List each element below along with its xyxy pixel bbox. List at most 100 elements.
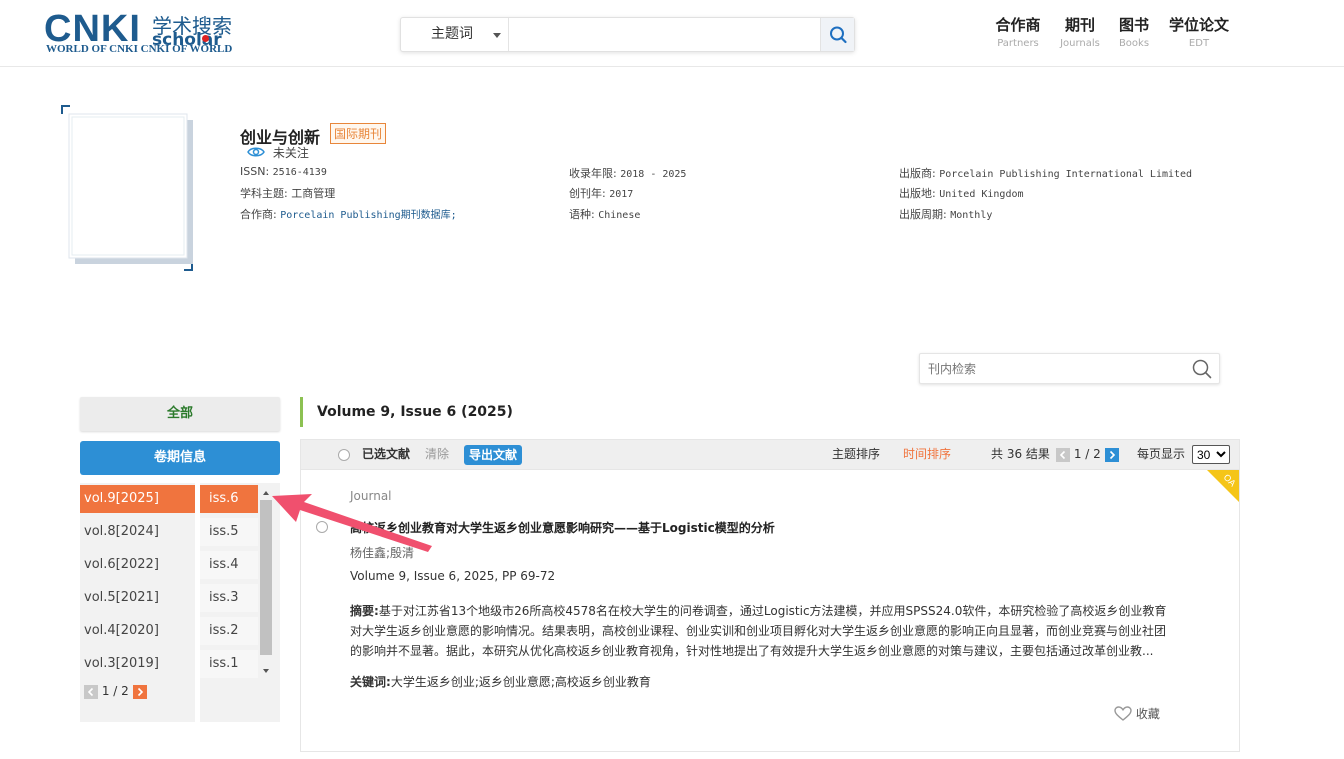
info-language: 语种: Chinese bbox=[569, 206, 640, 222]
next-page-button[interactable] bbox=[1104, 447, 1119, 462]
nav-edt-en: EDT bbox=[1188, 38, 1210, 49]
keywords-text: 大学生返乡创业;返乡创业意愿;高校返乡创业教育 bbox=[390, 675, 651, 689]
export-button[interactable]: 导出文献 bbox=[464, 445, 523, 465]
per-page-label: 每页显示 bbox=[1137, 447, 1186, 461]
select-all-radio[interactable] bbox=[338, 449, 350, 461]
next-page-button[interactable] bbox=[132, 684, 147, 699]
nav-journals-en: Journals bbox=[1060, 38, 1100, 49]
issue-item[interactable]: iss.4 bbox=[200, 551, 258, 579]
in-journal-search bbox=[919, 353, 1220, 384]
issue-item[interactable]: iss.1 bbox=[200, 650, 258, 678]
volume-item[interactable]: vol.9[2025] bbox=[80, 485, 195, 513]
open-access-ribbon: OA bbox=[1207, 470, 1239, 502]
cover-placeholder-icon bbox=[40, 105, 230, 271]
favorite-label: 收藏 bbox=[1135, 707, 1160, 721]
international-journal-badge: 国际期刊 bbox=[330, 123, 387, 144]
nav-books[interactable]: 图书 Books bbox=[1117, 14, 1151, 49]
caret-down-icon bbox=[493, 33, 501, 38]
search-input[interactable] bbox=[511, 20, 816, 49]
search-field-select[interactable]: 主题词 bbox=[401, 18, 509, 51]
eye-icon bbox=[247, 147, 265, 157]
abstract-text: 基于对江苏省13个地级市26所高校4578名在校大学生的问卷调查，通过Logis… bbox=[350, 604, 1167, 658]
volume-item[interactable]: vol.5[2021] bbox=[80, 584, 195, 612]
place-value: United Kingdom bbox=[939, 189, 1024, 200]
chevron-left-icon bbox=[1059, 450, 1066, 459]
issue-info-button[interactable]: 卷期信息 bbox=[80, 441, 280, 475]
all-issues-button[interactable]: 全部 bbox=[80, 397, 280, 431]
partner-link[interactable]: Porcelain Publishing期刊数据库; bbox=[280, 210, 456, 221]
info-place: 出版地: United Kingdom bbox=[899, 185, 1024, 201]
results-page-text: 1 / 2 bbox=[1073, 447, 1101, 461]
nav-partners[interactable]: 合作商 Partners bbox=[994, 14, 1042, 49]
search-button[interactable] bbox=[820, 18, 854, 51]
info-frequency: 出版周期: Monthly bbox=[899, 206, 992, 222]
nav-edt-cn: 学位论文 bbox=[1168, 16, 1229, 34]
logo-dot bbox=[202, 35, 209, 42]
volume-pager: 1 / 2 bbox=[84, 684, 147, 699]
nav-edt[interactable]: 学位论文 EDT bbox=[1168, 14, 1230, 49]
follow-label: 未关注 bbox=[272, 146, 309, 160]
search-icon bbox=[830, 26, 847, 44]
frequency-value: Monthly bbox=[950, 210, 993, 221]
chevron-left-icon bbox=[87, 687, 94, 696]
search-icon[interactable] bbox=[1191, 358, 1213, 380]
search-field-label: 主题词 bbox=[431, 26, 473, 42]
volume-issue-panel: vol.9[2025] vol.8[2024] vol.6[2022] vol.… bbox=[80, 483, 280, 722]
years-value: 2018 - 2025 bbox=[620, 169, 687, 180]
nav-partners-en: Partners bbox=[997, 38, 1039, 49]
language-label: 语种: bbox=[569, 208, 595, 221]
info-publisher: 出版商: Porcelain Publishing International … bbox=[899, 165, 1192, 181]
article-citation: Volume 9, Issue 6, 2025, PP 69-72 bbox=[350, 569, 556, 583]
info-years: 收录年限: 2018 - 2025 bbox=[569, 165, 686, 181]
clear-button[interactable]: 清除 bbox=[425, 440, 449, 469]
issue-item[interactable]: iss.2 bbox=[200, 617, 258, 645]
results-pager: 1 / 2 bbox=[1056, 447, 1119, 462]
volume-item[interactable]: vol.3[2019] bbox=[80, 650, 195, 678]
founded-value: 2017 bbox=[609, 189, 634, 200]
subject-value: 工商管理 bbox=[291, 187, 336, 200]
cnki-scholar-logo[interactable]: CNKI 学术搜索 scholar WORLD OF CNKI CNKI OF … bbox=[44, 8, 244, 58]
frequency-label: 出版周期: bbox=[899, 208, 947, 221]
global-search-box: 主题词 bbox=[400, 17, 855, 52]
nav-books-cn: 图书 bbox=[1118, 16, 1149, 34]
prev-page-button[interactable] bbox=[1056, 447, 1070, 462]
selected-docs-label[interactable]: 已选文献 bbox=[362, 440, 410, 469]
issue-item[interactable]: iss.3 bbox=[200, 584, 258, 612]
per-page-select[interactable]: 30 bbox=[1192, 445, 1230, 464]
volume-item[interactable]: vol.4[2020] bbox=[80, 617, 195, 645]
years-label: 收录年限: bbox=[569, 167, 617, 180]
volume-item[interactable]: vol.8[2024] bbox=[80, 518, 195, 546]
volume-item[interactable]: vol.6[2022] bbox=[80, 551, 195, 579]
article-abstract: 摘要:基于对江苏省13个地级市26所高校4578名在校大学生的问卷调查，通过Lo… bbox=[350, 601, 1170, 661]
place-label: 出版地: bbox=[899, 187, 936, 200]
scroll-down-icon[interactable] bbox=[260, 666, 272, 676]
heart-icon bbox=[1114, 706, 1132, 721]
chevron-right-icon bbox=[137, 687, 143, 696]
info-partner: 合作商: Porcelain Publishing期刊数据库; bbox=[240, 206, 457, 222]
issn-value: 2516-4139 bbox=[272, 167, 327, 178]
follow-toggle[interactable]: 未关注 bbox=[247, 144, 309, 161]
partner-label: 合作商: bbox=[240, 208, 277, 221]
prev-page-button[interactable] bbox=[84, 684, 98, 699]
in-journal-search-input[interactable] bbox=[928, 359, 1188, 379]
publisher-label: 出版商: bbox=[899, 167, 936, 180]
volume-pager-text: 1 / 2 bbox=[101, 684, 129, 698]
sort-by-topic[interactable]: 主题排序 bbox=[832, 440, 880, 469]
favorite-button[interactable]: 收藏 bbox=[1114, 705, 1160, 722]
info-issn: ISSN: 2516-4139 bbox=[240, 165, 327, 178]
sort-by-time[interactable]: 时间排序 bbox=[903, 440, 951, 469]
info-subject: 学科主题: 工商管理 bbox=[240, 185, 335, 201]
issue-item[interactable]: iss.5 bbox=[200, 518, 258, 546]
logo-tagline: WORLD OF CNKI CNKI OF WORLD bbox=[46, 43, 233, 55]
issue-item[interactable]: iss.6 bbox=[200, 485, 258, 513]
site-header: CNKI 学术搜索 scholar WORLD OF CNKI CNKI OF … bbox=[0, 0, 1344, 67]
publisher-value: Porcelain Publishing International Limit… bbox=[939, 169, 1193, 180]
volume-title: Volume 9, Issue 6 (2025) bbox=[300, 397, 513, 427]
info-founded: 创刊年: 2017 bbox=[569, 185, 633, 201]
nav-journals-cn: 期刊 bbox=[1064, 16, 1095, 34]
abstract-label: 摘要: bbox=[350, 604, 379, 618]
article-keywords: 关键词:大学生返乡创业;返乡创业意愿;高校返乡创业教育 bbox=[350, 673, 651, 690]
journal-cover bbox=[40, 104, 236, 284]
nav-journals[interactable]: 期刊 Journals bbox=[1060, 14, 1100, 49]
nav-partners-cn: 合作商 bbox=[995, 16, 1041, 34]
